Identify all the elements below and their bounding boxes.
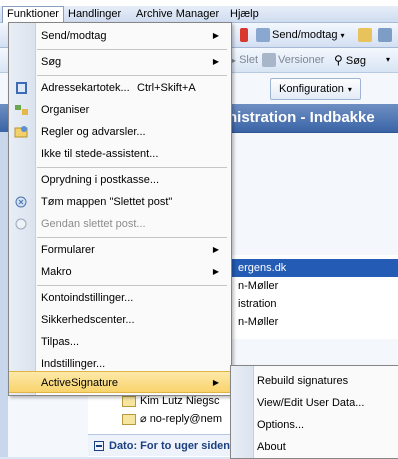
send-receive-button[interactable]: Send/modtag ▾ — [256, 27, 345, 43]
menu-item-macro[interactable]: Makro ▶ — [9, 261, 231, 283]
submenu-arrow-icon: ▶ — [212, 378, 219, 387]
help-button[interactable] — [378, 27, 394, 43]
navigation-pane-edge — [0, 132, 8, 457]
menu-funktioner[interactable]: Funktioner — [2, 6, 64, 23]
menu-item-mailbox-cleanup[interactable]: Oprydning i postkasse... — [9, 169, 231, 191]
submenu-item-about[interactable]: About — [231, 436, 398, 458]
menu-separator — [37, 237, 227, 238]
send-receive-icon — [256, 28, 270, 43]
funktioner-menu: Send/modtag ▶ Søg ▶ Adressekartotek... C… — [8, 22, 232, 396]
menu-item-customize[interactable]: Tilpas... — [9, 331, 231, 353]
menu-item-recover-deleted[interactable]: Gendan slettet post... — [9, 213, 231, 235]
rules-icon — [14, 126, 28, 138]
folder-title: nistration - Indbakke — [228, 109, 375, 126]
send-receive-label: Send/modtag — [272, 29, 338, 41]
menu-item-label: Sikkerhedscenter... — [41, 314, 135, 326]
list-item[interactable]: n-Møller — [232, 313, 398, 331]
menu-bar: Funktioner Handlinger Archive Manager Hj… — [0, 6, 398, 23]
submenu-item-options[interactable]: Options... — [231, 414, 398, 436]
search-button[interactable]: ⚲ Søg — [334, 52, 366, 68]
menu-item-label: Makro — [41, 266, 72, 278]
menu-hjaelp[interactable]: Hjælp — [226, 7, 263, 21]
activesignature-submenu: Rebuild signatures View/Edit User Data..… — [230, 365, 398, 459]
toolbar-overflow[interactable]: ▾ — [386, 52, 390, 68]
submenu-item-label: View/Edit User Data... — [257, 397, 365, 409]
message-row[interactable]: ⌀ no-reply@nem — [122, 410, 222, 428]
menu-item-send-receive[interactable]: Send/modtag ▶ — [9, 25, 231, 47]
empty-trash-icon — [15, 196, 27, 208]
menu-item-label: Organiser — [41, 104, 90, 116]
versions-icon — [262, 53, 276, 68]
list-item[interactable]: istration — [232, 295, 398, 313]
menu-separator — [37, 167, 227, 168]
submenu-arrow-icon: ▶ — [212, 245, 219, 254]
menu-item-label: Tøm mappen "Slettet post" — [41, 196, 173, 208]
sender-name: Kim Lutz Niegsc — [140, 395, 220, 407]
envelope-icon — [122, 413, 136, 425]
configuration-label: Konfiguration — [279, 83, 344, 95]
sender-name: no-reply@nem — [149, 413, 222, 425]
message-list: ergens.dk n-Møller istration n-Møller — [232, 255, 398, 339]
slet-button[interactable]: ▸ Slet — [232, 52, 258, 68]
menu-item-label: Oprydning i postkasse... — [41, 174, 160, 186]
menu-item-label: Ikke til stede-assistent... — [41, 148, 159, 160]
menu-item-label: Gendan slettet post... — [41, 218, 146, 230]
chevron-down-icon: ▾ — [347, 85, 352, 94]
search-icon: ⚲ — [334, 53, 343, 67]
menu-item-label: Tilpas... — [41, 336, 80, 348]
menu-item-label: Send/modtag — [41, 30, 107, 42]
menu-item-organize[interactable]: Organiser — [9, 99, 231, 121]
menu-item-label: Formularer — [41, 244, 95, 256]
attachment-icon: ⌀ — [140, 413, 147, 425]
flag-button[interactable] — [240, 27, 250, 43]
menu-item-search[interactable]: Søg ▶ — [9, 51, 231, 73]
folder-icon — [358, 28, 372, 43]
submenu-item-label: Rebuild signatures — [257, 375, 349, 387]
menu-archive-manager[interactable]: Archive Manager — [132, 7, 223, 21]
configuration-button[interactable]: Konfiguration ▾ — [270, 78, 361, 100]
menu-item-label: Adressekartotek... — [41, 82, 130, 94]
menu-item-empty-deleted[interactable]: Tøm mappen "Slettet post" — [9, 191, 231, 213]
menu-item-out-of-office[interactable]: Ikke til stede-assistent... — [9, 143, 231, 165]
organize-icon — [15, 105, 28, 115]
menu-item-activesignature[interactable]: ActiveSignature ▶ — [9, 371, 231, 393]
menu-item-address-book[interactable]: Adressekartotek... Ctrl+Skift+A — [9, 77, 231, 99]
submenu-item-view-edit-user-data[interactable]: View/Edit User Data... — [231, 392, 398, 414]
menu-item-label: ActiveSignature — [41, 377, 119, 389]
help-icon — [378, 28, 392, 43]
menu-separator — [37, 49, 227, 50]
menu-item-label: Søg — [41, 56, 62, 68]
menu-item-trust-center[interactable]: Sikkerhedscenter... — [9, 309, 231, 331]
list-item[interactable]: n-Møller — [232, 277, 398, 295]
chevron-right-icon: ▸ — [232, 56, 237, 65]
menu-item-shortcut: Ctrl+Skift+A — [137, 82, 196, 94]
search-label: Søg — [345, 55, 367, 67]
submenu-arrow-icon: ▶ — [212, 267, 219, 276]
envelope-icon — [122, 395, 136, 407]
menu-handlinger[interactable]: Handlinger — [64, 7, 125, 21]
address-book-icon — [16, 82, 27, 94]
submenu-item-rebuild-signatures[interactable]: Rebuild signatures — [231, 370, 398, 392]
folder-button[interactable] — [358, 27, 374, 43]
recover-icon — [15, 218, 27, 230]
list-item[interactable]: ergens.dk — [232, 259, 398, 277]
submenu-arrow-icon: ▶ — [212, 31, 219, 40]
collapse-icon — [94, 441, 104, 452]
versioner-button[interactable]: Versioner — [262, 52, 324, 68]
menu-item-rules[interactable]: Regler og advarsler... — [9, 121, 231, 143]
slet-label: Slet — [239, 54, 259, 66]
menu-separator — [37, 75, 227, 76]
submenu-arrow-icon: ▶ — [212, 57, 219, 66]
menu-item-account-settings[interactable]: Kontoindstillinger... — [9, 287, 231, 309]
submenu-item-label: Options... — [257, 419, 305, 431]
menu-item-label: Kontoindstillinger... — [41, 292, 134, 304]
group-label: Dato: For to uger siden — [109, 440, 230, 452]
flag-icon — [240, 28, 248, 43]
menu-separator — [37, 285, 227, 286]
submenu-item-label: About — [257, 441, 286, 453]
versioner-label: Versioner — [278, 54, 325, 66]
menu-item-label: Regler og advarsler... — [41, 126, 146, 138]
menu-item-forms[interactable]: Formularer ▶ — [9, 239, 231, 261]
